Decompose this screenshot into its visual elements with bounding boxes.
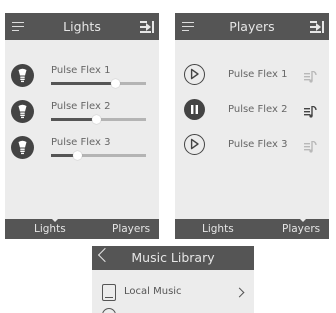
player-name: Pulse Flex 3 xyxy=(228,139,288,150)
tab-players[interactable]: Players xyxy=(282,219,320,239)
speaker-icon[interactable] xyxy=(304,68,319,87)
light-row[interactable]: Pulse Flex 2 xyxy=(5,94,159,130)
lights-header: Lights xyxy=(5,13,159,40)
library-item-local-music[interactable]: Local Music xyxy=(92,284,254,304)
light-name: Pulse Flex 2 xyxy=(51,101,111,112)
pause-icon[interactable] xyxy=(184,99,205,120)
tab-players[interactable]: Players xyxy=(112,219,150,239)
brightness-knob[interactable] xyxy=(72,151,82,160)
player-name: Pulse Flex 2 xyxy=(228,104,288,115)
light-row[interactable]: Pulse Flex 1 xyxy=(5,58,159,94)
players-header: Players xyxy=(175,13,329,40)
brightness-knob[interactable] xyxy=(110,79,120,88)
speaker-icon[interactable] xyxy=(304,138,319,157)
lights-screen: Lights Pulse Flex 1 Pulse Flex 2 Pulse F… xyxy=(5,13,159,239)
bulb-icon xyxy=(11,64,34,87)
music-library-header: Music Library xyxy=(92,246,254,270)
brightness-slider[interactable] xyxy=(51,151,146,160)
music-library-screen: Music Library Local Music xyxy=(92,246,254,313)
player-name: Pulse Flex 1 xyxy=(228,69,288,80)
queue-icon[interactable] xyxy=(140,21,154,33)
players-title: Players xyxy=(229,19,275,34)
brightness-slider[interactable] xyxy=(51,79,146,88)
brightness-fill xyxy=(51,82,115,85)
music-library-title: Music Library xyxy=(131,250,215,265)
bottom-tab-bar: Lights Players xyxy=(175,218,329,239)
players-screen: Players Pulse Flex 1 Pulse Flex 2 Pulse … xyxy=(175,13,329,239)
book-icon xyxy=(102,284,116,301)
light-name: Pulse Flex 1 xyxy=(51,65,111,76)
bulb-icon xyxy=(11,100,34,123)
tab-lights[interactable]: Lights xyxy=(34,219,66,239)
player-row[interactable]: Pulse Flex 2 xyxy=(175,95,329,131)
queue-icon[interactable] xyxy=(310,21,324,33)
play-icon[interactable] xyxy=(184,64,205,85)
library-item-label: Local Music xyxy=(124,286,182,297)
bottom-tab-bar: Lights Players xyxy=(5,218,159,239)
brightness-fill xyxy=(51,118,96,121)
chevron-right-icon xyxy=(234,287,245,298)
player-row[interactable]: Pulse Flex 3 xyxy=(175,130,329,166)
play-icon[interactable] xyxy=(184,134,205,155)
light-name: Pulse Flex 3 xyxy=(51,137,111,148)
brightness-knob[interactable] xyxy=(91,115,101,124)
bulb-icon xyxy=(11,136,34,159)
light-row[interactable]: Pulse Flex 3 xyxy=(5,130,159,166)
lights-title: Lights xyxy=(63,19,101,34)
circle-icon xyxy=(102,308,116,313)
speaker-icon[interactable] xyxy=(304,103,319,122)
brightness-slider[interactable] xyxy=(51,115,146,124)
player-row[interactable]: Pulse Flex 1 xyxy=(175,60,329,96)
tab-lights[interactable]: Lights xyxy=(202,219,234,239)
